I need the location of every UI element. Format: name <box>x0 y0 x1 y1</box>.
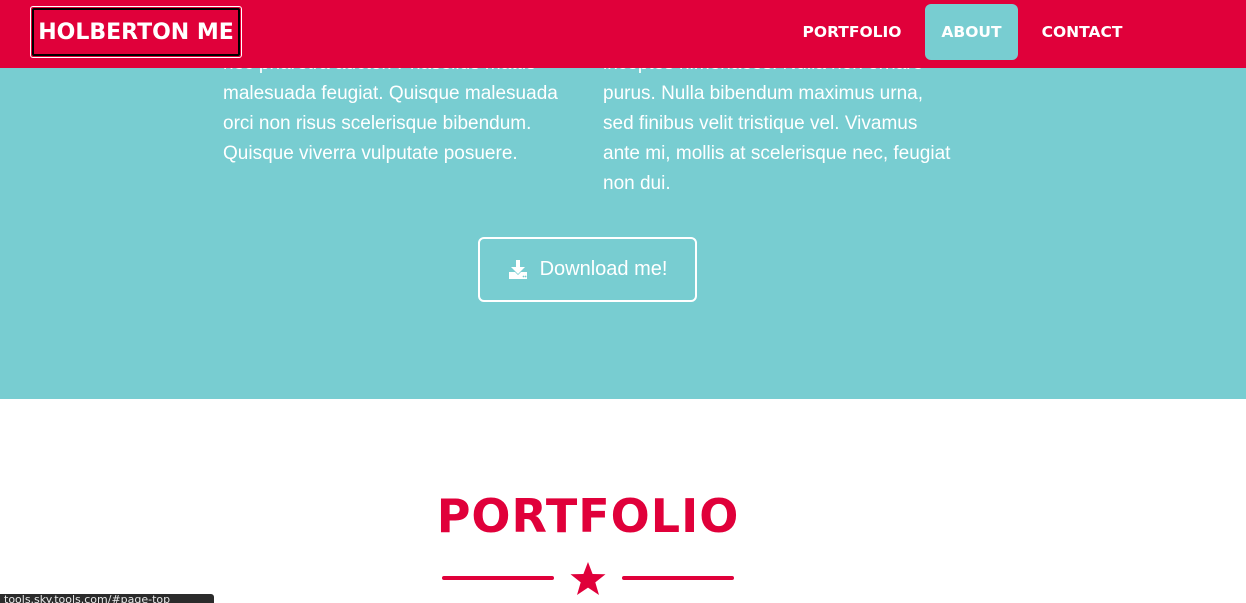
download-icon <box>508 259 528 280</box>
download-button[interactable]: Download me! <box>478 237 697 302</box>
status-url-tooltip: tools.sky.tools.com/#page-top <box>0 594 214 603</box>
nav-link-contact[interactable]: CONTACT <box>1030 4 1134 60</box>
about-paragraph-right: inceptos himenaeos. Nulla non ornare pur… <box>603 53 951 194</box>
divider-line-right <box>622 576 734 580</box>
nav-link-about[interactable]: ABOUT <box>925 4 1018 60</box>
star-icon <box>569 561 607 597</box>
nav-link-portfolio[interactable]: PORTFOLIO <box>792 4 912 60</box>
brand-link-frame: HOLBERTON ME <box>30 6 242 58</box>
top-navbar: HOLBERTON ME PORTFOLIO ABOUT CONTACT <box>0 0 1246 68</box>
portfolio-heading: PORTFOLIO <box>436 489 740 543</box>
brand-link[interactable]: HOLBERTON ME <box>32 8 240 56</box>
about-text-right: inceptos himenaeos. Nulla non ornare pur… <box>603 49 953 199</box>
divider-line-left <box>442 576 554 580</box>
download-button-label: Download me! <box>539 258 668 280</box>
